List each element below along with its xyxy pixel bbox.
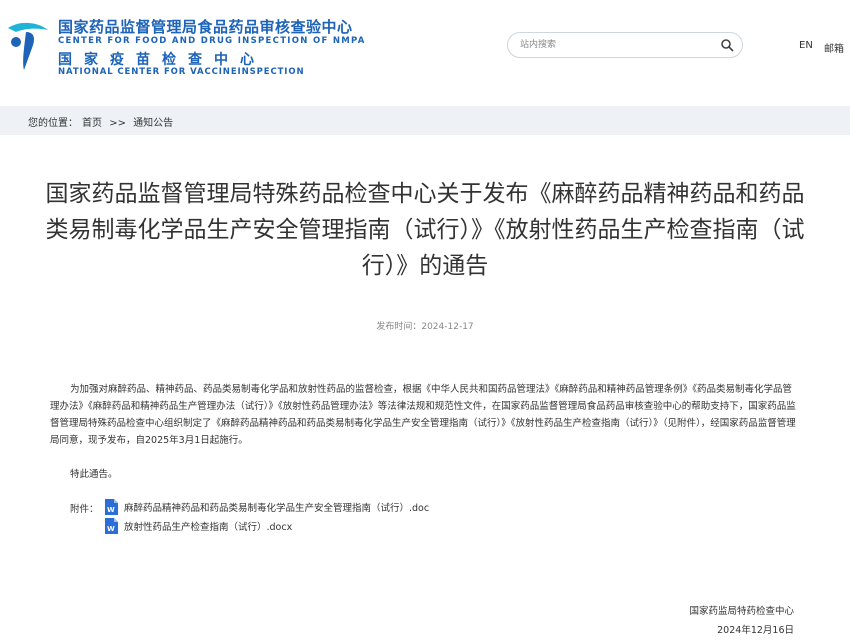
article-body: 为加强对麻醉药品、精神药品、药品类易制毒化学品和放射性药品的监督检查，根据《中华… — [50, 384, 796, 446]
mail-link[interactable]: 邮箱 — [824, 40, 844, 55]
org-name-en-secondary: NATIONAL CENTER FOR VACCINEINSPECTION — [58, 67, 305, 77]
article-closing: 特此通告。 — [70, 469, 118, 480]
breadcrumb-home-link[interactable]: 首页 — [82, 118, 102, 129]
signature-date: 2024年12月16日 — [717, 625, 794, 636]
search-box — [507, 32, 743, 58]
breadcrumb: 您的位置： 首页 >> 通知公告 — [0, 106, 850, 135]
publish-date-value: 2024-12-17 — [421, 322, 474, 332]
attachments-label: 附件： — [70, 504, 99, 515]
org-name-en: CENTER FOR FOOD AND DRUG INSPECTION OF N… — [58, 36, 366, 46]
attachment-name: 放射性药品生产检查指南（试行）.docx — [124, 522, 293, 533]
org-name-cn: 国家药品监督管理局食品药品审核查验中心 — [58, 18, 353, 36]
attachment-link[interactable]: W 麻醉药品精神药品和药品类易制毒化学品生产安全管理指南（试行）.doc — [104, 499, 429, 515]
signature-organization: 国家药监局特药检查中心 — [689, 606, 794, 617]
logo-icon[interactable] — [4, 18, 50, 74]
breadcrumb-prefix: 您的位置： — [28, 118, 78, 129]
publish-date-label: 发布时间： — [376, 322, 422, 332]
word-doc-icon: W — [105, 499, 118, 515]
breadcrumb-current-link[interactable]: 通知公告 — [133, 118, 173, 129]
publish-date: 发布时间：2024-12-17 — [0, 319, 850, 332]
org-name-cn-secondary: 国家疫苗检查中心 — [58, 52, 266, 68]
breadcrumb-separator: >> — [109, 118, 126, 129]
svg-text:W: W — [107, 525, 115, 533]
site-header: 国家药品监督管理局食品药品审核查验中心 CENTER FOR FOOD AND … — [0, 0, 850, 95]
attachment-name: 麻醉药品精神药品和药品类易制毒化学品生产安全管理指南（试行）.doc — [124, 503, 430, 514]
language-en-link[interactable]: EN — [799, 40, 813, 51]
article-title: 国家药品监督管理局特殊药品检查中心关于发布《麻醉药品精神药品和药品类易制毒化学品… — [45, 181, 805, 279]
search-icon[interactable] — [720, 38, 734, 52]
attachment-link[interactable]: W 放射性药品生产检查指南（试行）.docx — [104, 518, 292, 534]
svg-text:W: W — [107, 506, 115, 514]
word-doc-icon: W — [105, 518, 118, 534]
search-input[interactable] — [520, 37, 710, 53]
